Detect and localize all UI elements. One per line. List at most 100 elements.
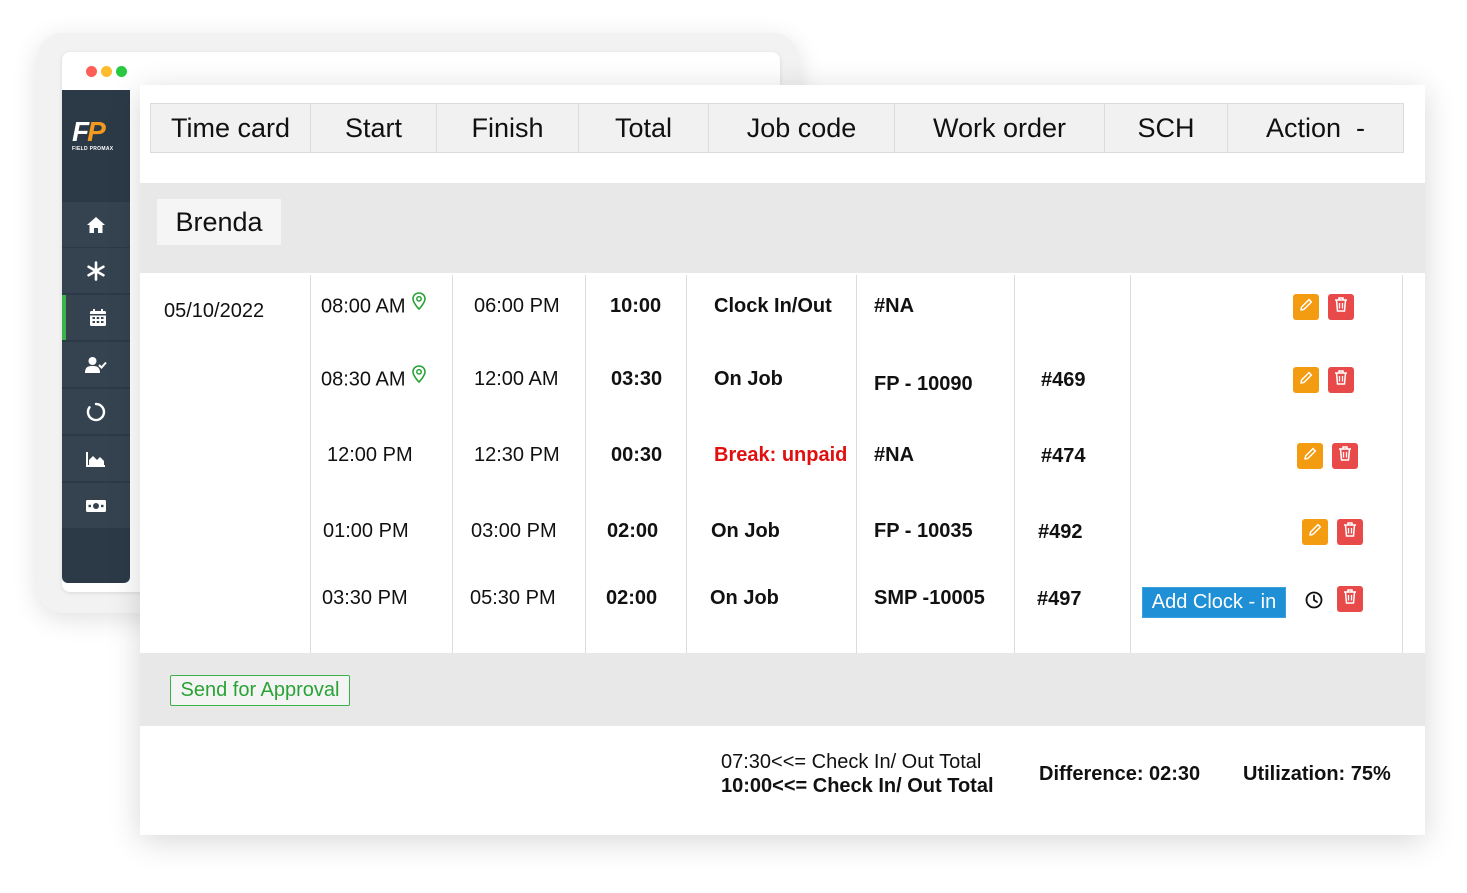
sidebar-item-users[interactable] [62,342,130,387]
column-header-start: Start [311,104,437,152]
delete-button[interactable] [1337,586,1363,612]
sch-number: #492 [1038,521,1083,543]
sidebar-item-billing[interactable] [62,483,130,528]
finish-time: 06:00 PM [474,295,560,317]
column-divider [1130,275,1131,653]
finish-time: 12:30 PM [474,444,560,466]
column-divider [452,275,453,653]
trash-icon [1333,369,1349,391]
pencil-icon [1298,297,1314,318]
sch-number: #474 [1041,445,1086,467]
column-divider [310,275,311,653]
sch-number: #497 [1037,588,1082,610]
send-for-approval-button[interactable]: Send for Approval [170,675,350,706]
delete-button[interactable] [1328,367,1354,393]
column-divider [686,275,687,653]
pencil-icon [1298,370,1314,391]
logo-letter-f: F [72,116,89,147]
start-time-value: 08:30 AM [321,368,406,391]
column-header-time-card: Time card [151,104,311,152]
start-time: 01:00 PM [323,520,409,542]
column-header-action: Action - [1265,112,1366,143]
refresh-circle-icon [86,402,106,422]
column-header-work-order: Work order [895,104,1105,152]
calendar-icon [89,308,107,327]
column-divider [1014,275,1015,653]
difference-value: Difference: 02:30 [1039,763,1201,785]
trash-icon [1342,521,1358,543]
column-header-sch: SCH [1105,104,1228,152]
total-hours: 03:30 [611,368,663,390]
delete-button[interactable] [1328,294,1354,320]
close-window-dot[interactable] [86,66,97,77]
column-divider [585,275,586,653]
job-code: Break: unpaid [714,444,848,466]
maximize-window-dot[interactable] [116,66,127,77]
finish-time: 03:00 PM [471,520,557,542]
total-hours: 00:30 [611,444,663,466]
utilization-value: Utilization: 75% [1243,763,1391,785]
pencil-icon [1302,446,1318,467]
sidebar-item-home[interactable] [62,202,130,247]
approval-band: Send for Approval [140,653,1425,726]
column-header-finish: Finish [437,104,579,152]
delete-button[interactable] [1332,443,1358,469]
work-order: FP - 10035 [874,520,973,542]
home-icon [86,216,106,234]
start-time: 03:30 PM [322,587,408,609]
total-hours: 02:00 [607,520,659,542]
job-code: On Job [710,587,779,609]
work-order: SMP -10005 [874,587,985,609]
user-check-icon [85,356,107,374]
edit-button[interactable] [1293,367,1319,393]
add-clock-in-button[interactable]: Add Clock - in [1142,587,1286,618]
sidebar-item-calendar[interactable] [62,295,130,340]
delete-button[interactable] [1337,519,1363,545]
money-icon [85,499,107,513]
finish-time: 05:30 PM [470,587,556,609]
finish-time: 12:00 AM [474,368,559,390]
trash-icon [1333,296,1349,318]
logo-letter-p: P [87,116,106,147]
timecard-panel: Time card Start Finish Total Job code Wo… [140,85,1425,835]
clock-icon[interactable] [1304,590,1324,615]
employee-name: Brenda [157,199,281,245]
logo-subtitle: FIELD PROMAX [72,146,114,152]
column-header-job-code: Job code [709,104,895,152]
edit-button[interactable] [1293,294,1319,320]
work-order: #NA [874,444,915,466]
table-header: Time card Start Finish Total Job code Wo… [150,103,1404,153]
total-hours: 02:00 [606,587,658,609]
window-controls [86,66,127,77]
minimize-window-dot[interactable] [101,66,112,77]
trash-icon [1342,588,1358,610]
field-promax-logo[interactable]: FP FIELD PROMAX [72,118,122,154]
edit-button[interactable] [1297,443,1323,469]
start-time-value: 08:00 AM [321,295,406,318]
start-time: 08:30 AM [321,365,426,392]
column-divider [1402,275,1403,653]
timecard-date: 05/10/2022 [164,300,265,322]
job-code: On Job [714,368,783,390]
trash-icon [1337,445,1353,467]
edit-button[interactable] [1302,519,1328,545]
area-chart-icon [86,451,106,467]
start-time: 08:00 AM [321,292,426,319]
checkin-total-line-2: 10:00<<= Check In/ Out Total [721,775,994,797]
column-header-total: Total [579,104,709,152]
sidebar-item-reports[interactable] [62,436,130,481]
pencil-icon [1307,522,1323,543]
location-pin-icon[interactable] [411,365,426,389]
column-divider [856,275,857,653]
checkin-total-line-1: 07:30<<= Check In/ Out Total [721,751,982,773]
work-order: #NA [874,295,915,317]
location-pin-icon[interactable] [411,292,426,316]
job-code: On Job [711,520,780,542]
asterisk-icon [86,260,106,281]
job-code: Clock In/Out [714,295,832,317]
sidebar-item-refresh[interactable] [62,389,130,434]
work-order: FP - 10090 [874,373,973,395]
sidebar-item-asterisk[interactable] [62,248,130,293]
start-time: 12:00 PM [327,444,413,466]
sidebar: FP FIELD PROMAX [62,90,130,583]
